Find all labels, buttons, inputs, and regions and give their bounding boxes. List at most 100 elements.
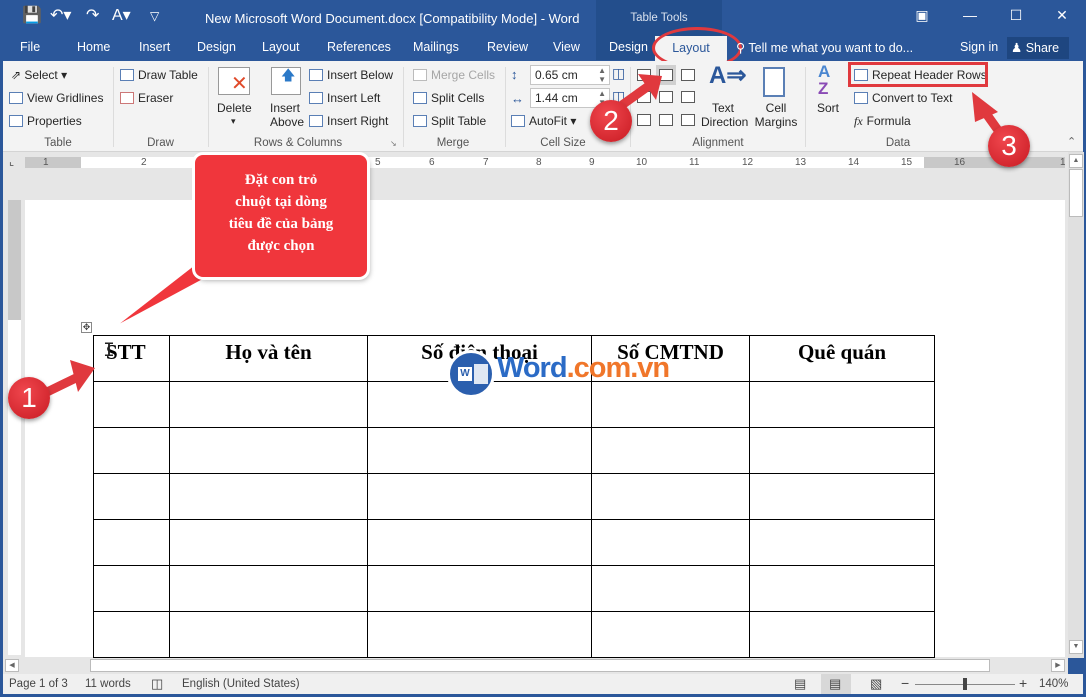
select-button[interactable]: ⇗ Select ▾ [11, 68, 67, 82]
table-cell[interactable] [169, 611, 368, 658]
align-top-right-icon[interactable] [681, 69, 695, 81]
table-cell[interactable] [93, 473, 170, 520]
tab-home[interactable]: Home [77, 40, 110, 54]
align-bottom-right-icon[interactable] [681, 114, 695, 126]
vertical-scrollbar[interactable]: ▲ ▼ [1068, 152, 1084, 658]
split-cells-button[interactable]: Split Cells [413, 91, 484, 105]
table-cell[interactable] [367, 519, 592, 566]
scroll-right-button[interactable]: ▶ [1051, 659, 1065, 672]
delete-dropdown-icon[interactable]: ▾ [231, 116, 236, 127]
table-cell[interactable] [591, 427, 750, 474]
dialog-launcher-icon[interactable]: ↘ [390, 139, 397, 148]
tab-selector-icon[interactable]: ⌞ [9, 155, 14, 168]
redo-icon[interactable]: ↷ [86, 6, 99, 26]
align-center-right-icon[interactable] [681, 91, 695, 103]
insert-right-button[interactable]: Insert Right [309, 114, 388, 128]
insert-below-button[interactable]: Insert Below [309, 68, 393, 82]
cell-margins-button[interactable]: Cell Margins [753, 101, 799, 129]
vertical-ruler[interactable] [8, 200, 21, 655]
properties-button[interactable]: Properties [9, 114, 82, 128]
insert-above-button[interactable]: Insert Above [270, 101, 304, 129]
text-direction-button[interactable]: Text Direction [701, 101, 748, 129]
scroll-up-button[interactable]: ▲ [1069, 154, 1083, 168]
table-cell[interactable] [367, 565, 592, 612]
print-layout-icon[interactable]: ▤ [829, 676, 841, 692]
distribute-rows-icon[interactable]: ◫ [612, 65, 625, 82]
table-cell[interactable] [749, 565, 935, 612]
align-top-left-icon[interactable] [637, 69, 651, 81]
tab-view[interactable]: View [553, 40, 580, 54]
split-table-button[interactable]: Split Table [413, 114, 486, 128]
web-layout-icon[interactable]: ▧ [870, 676, 882, 692]
maximize-button[interactable]: ☐ [1006, 7, 1026, 24]
collapse-ribbon-icon[interactable]: ⌃ [1067, 135, 1076, 148]
view-gridlines-button[interactable]: View Gridlines [9, 91, 103, 105]
table-cell[interactable] [93, 519, 170, 566]
table-cell[interactable] [169, 427, 368, 474]
convert-to-text-button[interactable]: Convert to Text [854, 91, 952, 105]
table-cell[interactable] [749, 611, 935, 658]
table-cell[interactable] [749, 381, 935, 428]
table-cell[interactable] [749, 519, 935, 566]
horizontal-scrollbar[interactable]: ◀ ▶ [3, 657, 1068, 674]
delete-button[interactable]: Delete [217, 101, 252, 115]
sign-in-link[interactable]: Sign in [960, 40, 998, 54]
table-cell[interactable] [169, 565, 368, 612]
tab-review[interactable]: Review [487, 40, 528, 54]
align-bottom-center-icon[interactable] [659, 114, 673, 126]
align-top-center-icon[interactable] [659, 69, 673, 81]
table-cell[interactable] [591, 565, 750, 612]
insert-left-button[interactable]: Insert Left [309, 91, 380, 105]
merge-cells-button[interactable]: Merge Cells [413, 68, 495, 82]
zoom-in-button[interactable]: + [1019, 675, 1027, 691]
eraser-button[interactable]: Eraser [120, 91, 173, 105]
table-cell[interactable] [93, 611, 170, 658]
table-cell[interactable] [93, 381, 170, 428]
tab-table-design[interactable]: Design [609, 40, 648, 54]
tab-insert[interactable]: Insert [139, 40, 170, 54]
table-cell[interactable] [169, 473, 368, 520]
table-move-handle-icon[interactable]: ✥ [81, 322, 92, 333]
ribbon-display-options-icon[interactable]: ▣ [912, 7, 932, 24]
save-icon[interactable]: 💾 [22, 6, 42, 26]
table-cell[interactable] [591, 519, 750, 566]
horizontal-scroll-thumb[interactable] [90, 659, 990, 672]
table-cell[interactable] [591, 611, 750, 658]
share-button[interactable]: ♟ Share [1007, 37, 1069, 59]
table-cell[interactable] [93, 427, 170, 474]
close-button[interactable]: ✕ [1052, 7, 1072, 24]
align-bottom-left-icon[interactable] [637, 114, 651, 126]
vertical-scroll-thumb[interactable] [1069, 169, 1083, 217]
table-cell[interactable] [591, 473, 750, 520]
tab-design[interactable]: Design [197, 40, 236, 54]
tab-layout[interactable]: Layout [262, 40, 300, 54]
language[interactable]: English (United States) [182, 678, 300, 690]
scroll-left-button[interactable]: ◀ [5, 659, 19, 672]
align-center-left-icon[interactable] [637, 91, 651, 103]
autofit-button[interactable]: AutoFit ▾ [511, 114, 576, 128]
table-cell[interactable] [169, 519, 368, 566]
zoom-level[interactable]: 140% [1039, 678, 1068, 690]
tab-mailings[interactable]: Mailings [413, 40, 459, 54]
sort-button[interactable]: Sort [817, 101, 839, 115]
minimize-button[interactable]: — [960, 7, 980, 23]
format-painter-icon[interactable]: A▾ [112, 6, 131, 26]
tab-references[interactable]: References [327, 40, 391, 54]
table-cell[interactable] [367, 611, 592, 658]
table-cell[interactable] [591, 381, 750, 428]
read-mode-icon[interactable]: ▤ [794, 676, 806, 692]
page-count[interactable]: Page 1 of 3 [9, 678, 68, 690]
table-cell[interactable] [749, 473, 935, 520]
table-cell[interactable] [749, 427, 935, 474]
table-cell[interactable] [367, 473, 592, 520]
table-cell[interactable] [169, 381, 368, 428]
table-cell[interactable] [93, 565, 170, 612]
word-count[interactable]: 11 words [85, 678, 131, 690]
customize-quick-access-icon[interactable]: ▽ [150, 6, 159, 26]
proofing-icon[interactable]: ◫ [151, 676, 163, 692]
formula-button[interactable]: fx Formula [854, 114, 911, 129]
undo-icon[interactable]: ↶▾ [50, 6, 71, 26]
table-header-cell[interactable]: Quê quán [749, 335, 935, 382]
scroll-down-button[interactable]: ▼ [1069, 640, 1083, 654]
row-height-input[interactable]: 0.65 cm ▲ ▼ [530, 65, 610, 85]
